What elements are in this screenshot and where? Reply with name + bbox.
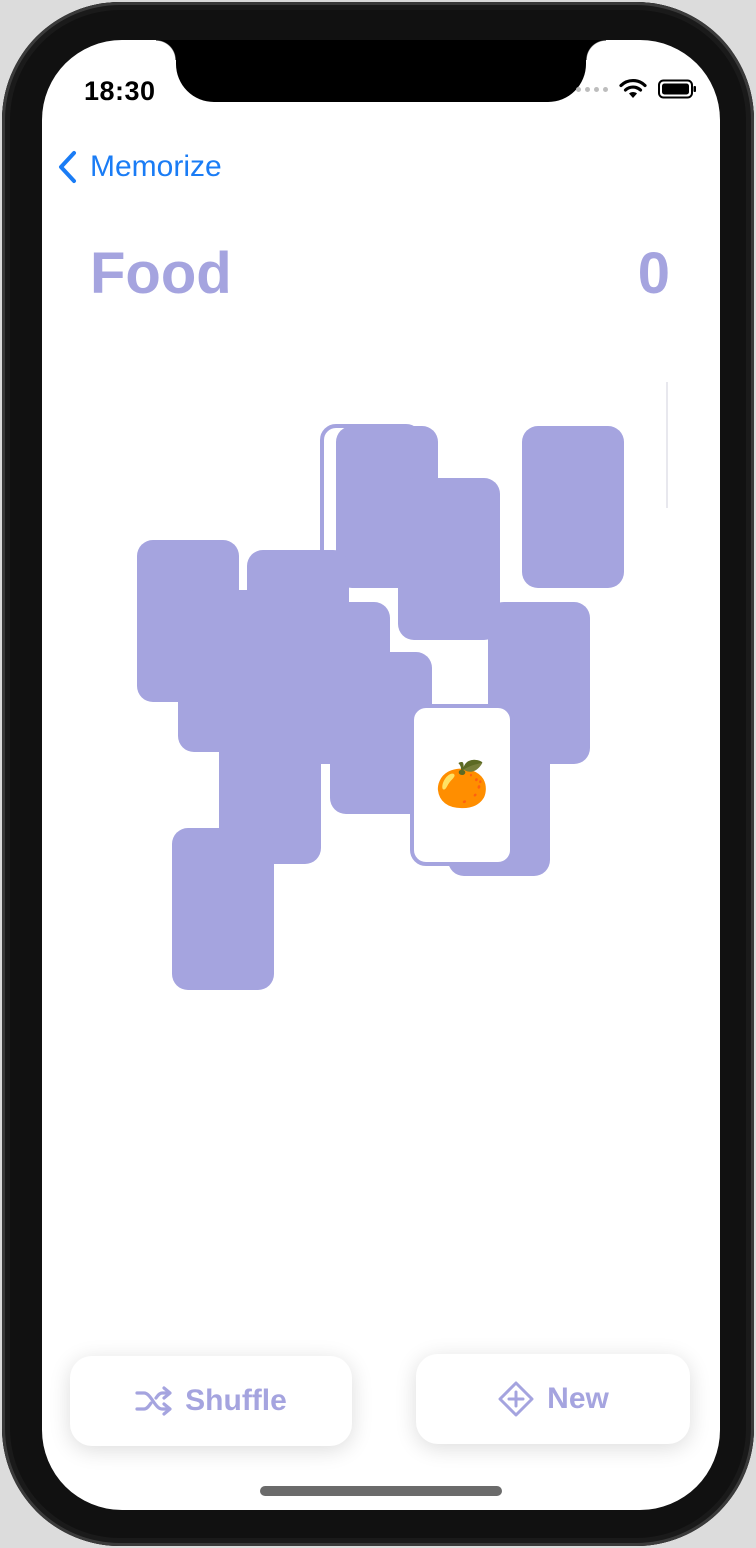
chevron-left-icon	[59, 151, 76, 183]
notch	[156, 40, 606, 102]
shuffle-label: Shuffle	[185, 1384, 287, 1417]
shuffle-icon	[135, 1386, 172, 1416]
divider	[666, 382, 668, 508]
app-screen: 18:30 Memorize Food 0 🍊 Shuffle New	[42, 40, 720, 1510]
new-game-button[interactable]: New	[416, 1354, 690, 1444]
card[interactable]	[522, 426, 624, 588]
home-indicator[interactable]	[260, 1486, 502, 1496]
theme-title: Food	[90, 241, 232, 306]
signal-dots-icon	[576, 86, 608, 92]
new-label: New	[547, 1382, 609, 1415]
card[interactable]	[398, 478, 500, 640]
score-label: 0	[637, 241, 670, 306]
battery-icon	[658, 79, 696, 99]
plus-diamond-icon	[498, 1381, 534, 1417]
status-icons	[576, 78, 698, 100]
phone-frame: 18:30 Memorize Food 0 🍊 Shuffle New	[2, 2, 754, 1546]
wifi-icon	[619, 78, 647, 98]
card[interactable]	[172, 828, 274, 990]
back-button[interactable]: Memorize	[56, 150, 222, 184]
shuffle-button[interactable]: Shuffle	[70, 1356, 352, 1446]
card-content: 🍊	[434, 760, 490, 809]
status-time: 18:30	[84, 76, 156, 106]
back-label: Memorize	[90, 150, 222, 183]
card-orange[interactable]: 🍊	[410, 704, 514, 866]
